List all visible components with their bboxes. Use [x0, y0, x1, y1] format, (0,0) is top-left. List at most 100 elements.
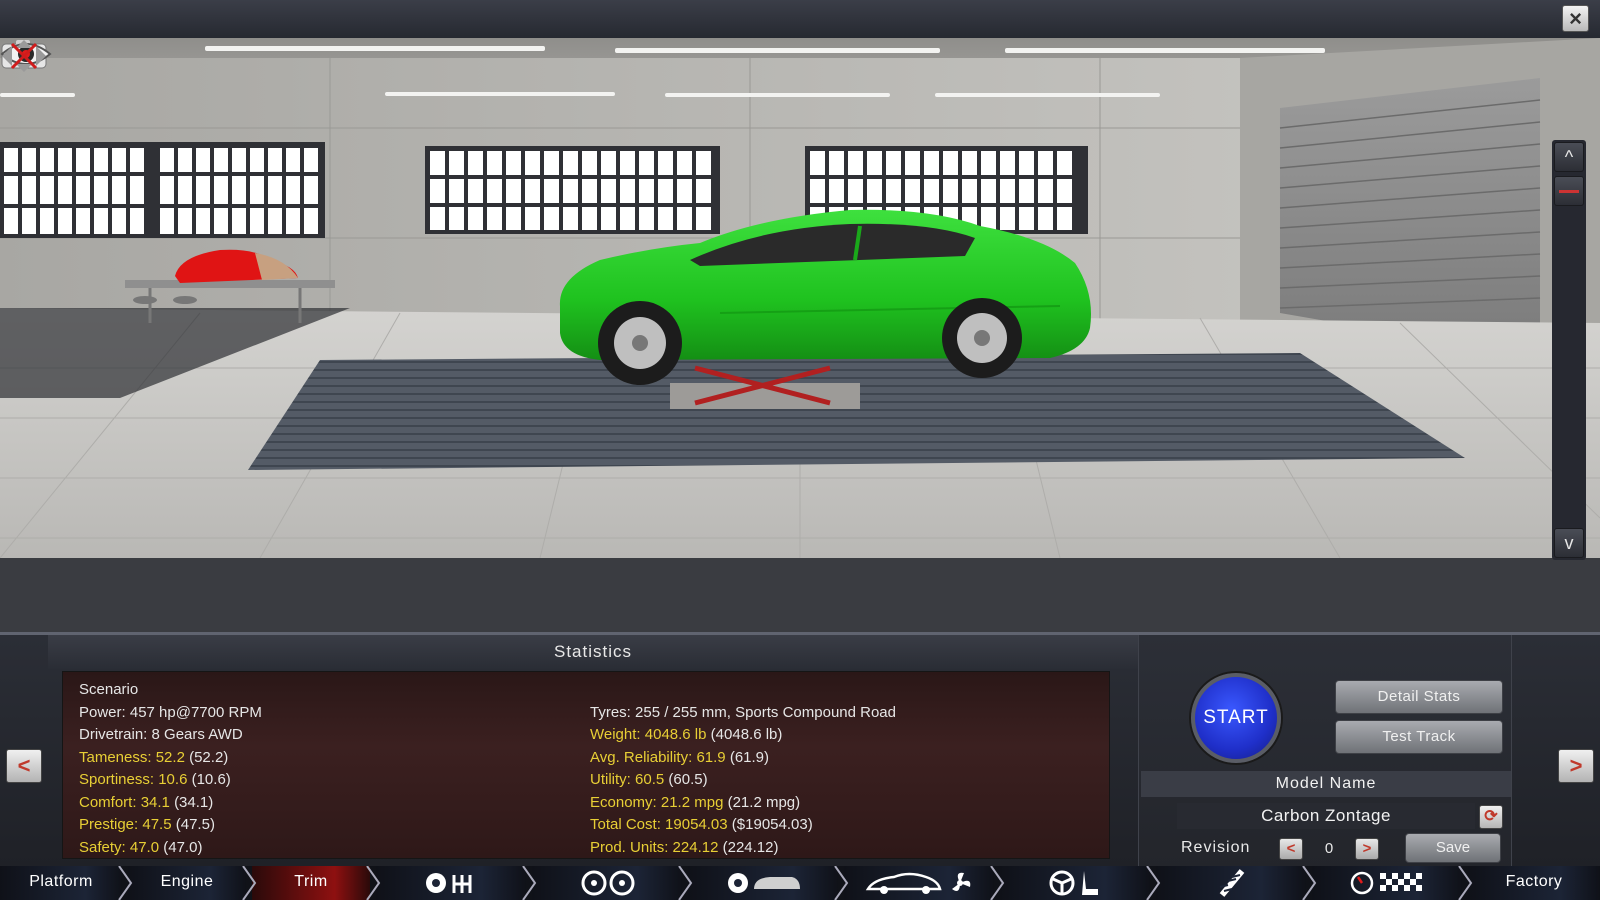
stat-base-value: (224.12): [722, 838, 779, 856]
stat-line: Drivetrain: 8 Gears AWD: [79, 724, 262, 747]
stat-base-value: (21.2 mpg): [727, 793, 801, 811]
tab-engine[interactable]: Engine: [128, 866, 246, 900]
revision-value: 0: [1324, 840, 1334, 857]
tab-interior[interactable]: [1000, 866, 1150, 900]
stat-line: Scenario: [79, 679, 262, 702]
stat-label: Drivetrain:: [79, 726, 148, 743]
chevron-right-icon: [990, 866, 1005, 900]
stat-value: 457 hp@7700 RPM: [129, 703, 262, 721]
tab-suspension[interactable]: [1156, 866, 1306, 900]
revision-prev-button[interactable]: <: [1279, 838, 1303, 860]
testing-icon: [1350, 871, 1422, 895]
stat-label: Prestige:: [79, 816, 139, 833]
stat-base-value: (4048.6 lb): [710, 726, 783, 743]
stat-value: 60.5: [635, 771, 665, 788]
stat-value: 19054.03: [665, 816, 728, 833]
stat-line: Prod. Units: 224.12 (224.12): [590, 837, 896, 860]
stats-left-column: Scenario Power: 457 hp@7700 RPM Drivetrain…: [79, 679, 262, 859]
garage-viewport[interactable]: ^ v: [0, 38, 1600, 632]
tab-wheels[interactable]: [532, 866, 682, 900]
tab-aero[interactable]: [844, 866, 994, 900]
stat-label: Total Cost:: [590, 816, 661, 833]
stat-line: Economy: 21.2 mpg (21.2 mpg): [590, 792, 896, 815]
stat-base-value: (47.5): [175, 816, 215, 833]
body-icon: [728, 873, 800, 893]
zoom-out-button[interactable]: v: [1554, 528, 1584, 558]
tab-platform[interactable]: Platform: [0, 866, 122, 900]
stat-line: Tyres: 255 / 255 mm, Sports Compound Roa…: [590, 702, 896, 725]
garage-scene-illustration: [0, 38, 1600, 632]
stat-line: Prestige: 47.5 (47.5): [79, 814, 262, 837]
title-bar: ×: [0, 0, 1600, 38]
stat-line: Utility: 60.5 (60.5): [590, 769, 896, 792]
detail-stats-button[interactable]: Detail Stats: [1335, 680, 1503, 714]
tab-factory[interactable]: Factory: [1468, 866, 1600, 900]
stat-line: Power: 457 hp@7700 RPM: [79, 702, 262, 725]
stat-label: Economy:: [590, 793, 657, 811]
stat-value: 10.6: [158, 771, 188, 788]
tab-testing[interactable]: [1312, 866, 1462, 900]
stat-line: [590, 679, 896, 702]
stat-line: Tameness: 52.2 (52.2): [79, 747, 262, 770]
stat-label: Scenario: [79, 681, 139, 698]
stat-label: Prod. Units:: [590, 838, 669, 856]
stat-base-value: (10.6): [191, 771, 231, 788]
stat-label: Safety:: [79, 838, 126, 856]
stat-label: Sportiness:: [79, 771, 155, 788]
stat-value: 4048.6 lb: [644, 726, 707, 743]
chevron-right-icon: [1458, 866, 1473, 900]
stat-base-value: (52.2): [189, 748, 229, 766]
bottom-panel: < Statistics Scenario Power: 457 hp@7700 …: [0, 632, 1600, 869]
stat-value: 8 Gears AWD: [151, 726, 243, 743]
aero-icon: [865, 872, 971, 894]
stat-base-value: ($19054.03): [731, 816, 813, 833]
stat-value: 47.0: [129, 838, 160, 856]
previous-button[interactable]: <: [6, 749, 42, 783]
stat-label: Tyres:: [590, 703, 631, 721]
stat-value: 255 / 255 mm, Sports Compound Road: [635, 703, 896, 721]
stat-label: Avg. Reliability:: [590, 748, 693, 766]
stat-line: Safety: 47.0 (47.0): [79, 837, 262, 860]
stat-value: 52.2: [155, 748, 185, 766]
revision-label: Revision: [1181, 839, 1251, 856]
stat-value: 21.2 mpg: [660, 793, 724, 811]
stat-label: Weight:: [590, 726, 641, 743]
statistics-title: Statistics: [48, 635, 1138, 669]
stat-value: 34.1: [140, 793, 170, 811]
reset-view-icon[interactable]: [0, 38, 48, 74]
chevron-right-icon: [522, 866, 537, 900]
chevron-right-icon: [1146, 866, 1161, 900]
zoom-in-button[interactable]: ^: [1554, 142, 1584, 172]
chevron-right-icon: [1302, 866, 1317, 900]
chevron-right-icon: [366, 866, 381, 900]
action-panel: START Detail Stats Test Track Model Name…: [1138, 635, 1512, 869]
tab-trim[interactable]: Trim: [252, 866, 370, 900]
chevron-right-icon: [242, 866, 257, 900]
zoom-slider-handle[interactable]: [1554, 176, 1584, 206]
zoom-scrollbar[interactable]: ^ v: [1552, 140, 1586, 560]
stats-right-column: Tyres: 255 / 255 mm, Sports Compound Roa…: [590, 679, 896, 859]
next-button[interactable]: >: [1558, 749, 1594, 783]
stat-base-value: (47.0): [163, 838, 203, 856]
refresh-name-icon[interactable]: ⟳: [1479, 805, 1503, 829]
revision-next-button[interactable]: >: [1355, 838, 1379, 860]
tab-body[interactable]: [688, 866, 838, 900]
close-button[interactable]: ×: [1562, 5, 1589, 32]
stat-value: 47.5: [142, 816, 172, 833]
statistics-box: Scenario Power: 457 hp@7700 RPM Drivetrain…: [62, 671, 1110, 859]
model-name-label: Model Name: [1141, 771, 1511, 797]
stat-base-value: (60.5): [668, 771, 708, 788]
chevron-right-icon: [118, 866, 133, 900]
save-button[interactable]: Save: [1405, 833, 1501, 863]
start-button[interactable]: START: [1191, 673, 1281, 763]
stat-label: Tameness:: [79, 748, 152, 766]
chevron-right-icon: [678, 866, 693, 900]
model-name-field[interactable]: Carbon Zontage: [1177, 803, 1475, 829]
test-track-button[interactable]: Test Track: [1335, 720, 1503, 754]
stat-line: Weight: 4048.6 lb (4048.6 lb): [590, 724, 896, 747]
suspension-icon: [1219, 869, 1245, 897]
tab-gearbox[interactable]: [376, 866, 526, 900]
interior-icon: [1049, 870, 1098, 896]
design-step-navbar: Platform Engine Trim Factory: [0, 866, 1600, 900]
gearbox-icon: [426, 873, 472, 893]
